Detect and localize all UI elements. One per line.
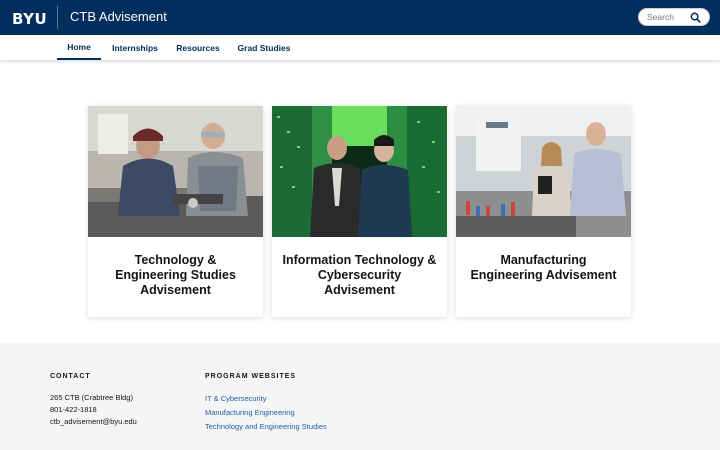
nav-grad-studies[interactable]: Grad Studies [234, 35, 294, 60]
card-it-cybersecurity[interactable]: Information Technology & Cybersecurity A… [272, 106, 447, 317]
card-title[interactable]: Technology & Engineering Studies Advisem… [88, 237, 263, 298]
link-manufacturing-engineering[interactable]: Manufacturing Engineering [205, 408, 295, 417]
nav-home[interactable]: Home [57, 35, 101, 60]
contact-phone: 801-422-1818 [50, 405, 97, 414]
server-room-photo [272, 106, 447, 237]
main-nav: Home Internships Resources Grad Studies [0, 35, 720, 60]
robotics-lab-photo [456, 106, 631, 237]
card-manufacturing-engineering[interactable]: Manufacturing Engineering Advisement [456, 106, 631, 317]
contact-heading: CONTACT [50, 373, 91, 380]
nav-resources[interactable]: Resources [172, 35, 224, 60]
contact-address: 265 CTB (Crabtree Bldg) [50, 393, 133, 402]
card-title[interactable]: Manufacturing Engineering Advisement [456, 237, 631, 283]
header-divider [57, 6, 58, 29]
card-title[interactable]: Information Technology & Cybersecurity A… [272, 237, 447, 298]
nav-internships[interactable]: Internships [108, 35, 162, 60]
search-box[interactable] [638, 8, 710, 26]
contact-email[interactable]: ctb_advisement@byu.edu [50, 417, 137, 426]
workshop-photo [88, 106, 263, 237]
program-websites-heading: PROGRAM WEBSITES [205, 373, 297, 380]
site-title[interactable]: CTB Advisement [70, 9, 167, 24]
card-technology-engineering[interactable]: Technology & Engineering Studies Advisem… [88, 106, 263, 317]
link-it-cybersecurity[interactable]: IT & Cybersecurity [205, 394, 267, 403]
search-icon[interactable] [690, 12, 701, 23]
footer: CONTACT 265 CTB (Crabtree Bldg) 801-422-… [0, 343, 720, 450]
top-header-bar: BYU CTB Advisement [0, 0, 720, 35]
link-technology-engineering-studies[interactable]: Technology and Engineering Studies [205, 422, 327, 431]
byu-logo[interactable]: BYU [12, 10, 47, 28]
